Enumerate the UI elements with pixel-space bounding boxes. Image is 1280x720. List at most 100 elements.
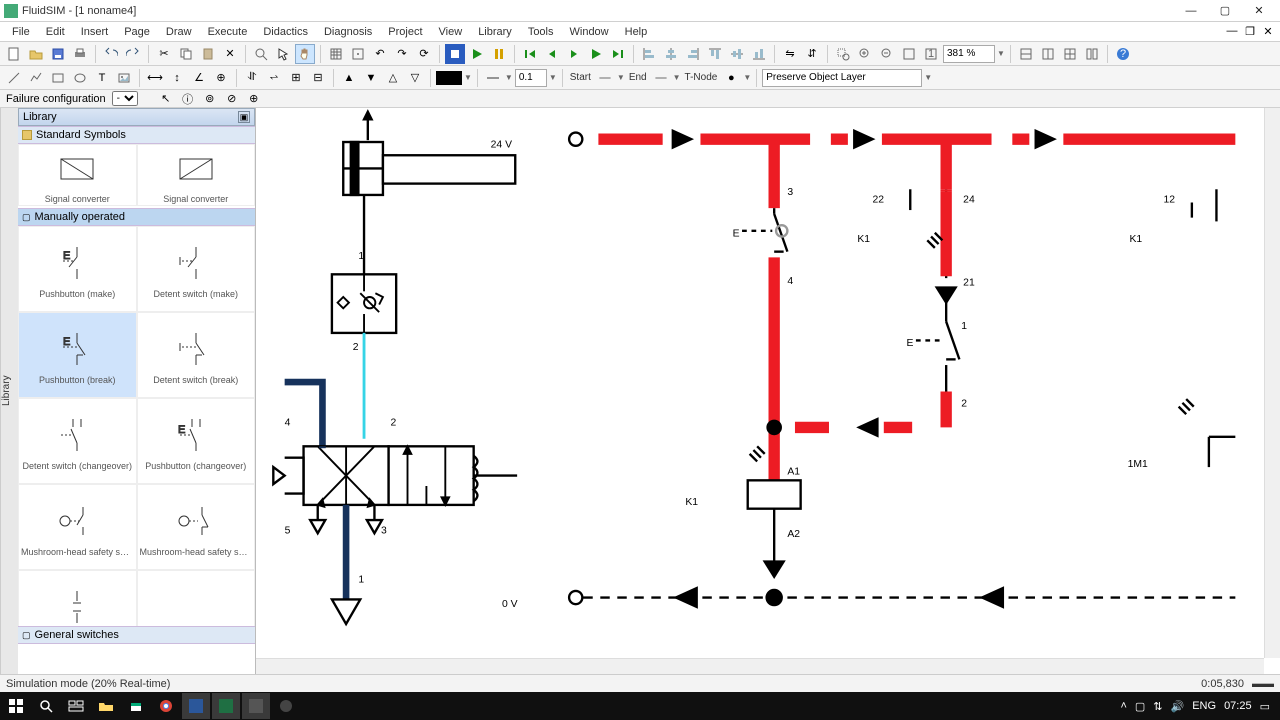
menu-diagnosis[interactable]: Diagnosis: [316, 24, 380, 40]
align-left-button[interactable]: [639, 44, 659, 64]
rotate-left-button[interactable]: ↶: [370, 44, 390, 64]
grid-toggle[interactable]: [326, 44, 346, 64]
library-item-signal-converter-b[interactable]: Signal converter: [137, 144, 256, 206]
bring-front-button[interactable]: ▲: [339, 68, 359, 88]
dim-node-tool[interactable]: ⊕: [211, 68, 231, 88]
window-maximize-button[interactable]: ▢: [1208, 1, 1242, 21]
library-section-general[interactable]: ▢ General switches: [18, 626, 255, 644]
library-side-tab[interactable]: Library: [0, 108, 18, 674]
group-tool[interactable]: ⊞: [286, 68, 306, 88]
align-hcenter-button[interactable]: [661, 44, 681, 64]
text-tool[interactable]: T: [92, 68, 112, 88]
save-button[interactable]: [48, 44, 68, 64]
line-width-input[interactable]: [515, 69, 547, 87]
copy-button[interactable]: [176, 44, 196, 64]
mdi-close-button[interactable]: ✕: [1260, 25, 1276, 38]
tray-wifi-icon[interactable]: ⇅: [1153, 700, 1162, 713]
library-item-3pos-selector[interactable]: 3 position selector switch: [18, 570, 137, 626]
pointer-tool[interactable]: [273, 44, 293, 64]
redo-button[interactable]: [123, 44, 143, 64]
simulation-pause-button[interactable]: [489, 44, 509, 64]
rect-tool[interactable]: [48, 68, 68, 88]
plot-mode-button[interactable]: ⊘: [224, 92, 240, 106]
layout-d-button[interactable]: [1082, 44, 1102, 64]
align-vcenter-button[interactable]: [727, 44, 747, 64]
start-button[interactable]: [2, 693, 30, 719]
tray-language[interactable]: ENG: [1192, 700, 1216, 712]
menu-project[interactable]: Project: [380, 24, 430, 40]
app-task-b[interactable]: [212, 693, 240, 719]
zoom-area-button[interactable]: [833, 44, 853, 64]
library-close-button[interactable]: ▣: [238, 111, 250, 123]
undo-button[interactable]: [101, 44, 121, 64]
forward-button[interactable]: △: [383, 68, 403, 88]
library-item-detent-break[interactable]: Detent switch (break): [137, 312, 256, 398]
vertical-scrollbar[interactable]: [1264, 108, 1280, 658]
print-button[interactable]: [70, 44, 90, 64]
cursor-mode-button[interactable]: ↖: [158, 92, 174, 106]
simulation-stop-button[interactable]: [445, 44, 465, 64]
zoom-100-button[interactable]: 1: [921, 44, 941, 64]
zoom-in-button[interactable]: [855, 44, 875, 64]
taskview-button[interactable]: [62, 693, 90, 719]
polyline-tool[interactable]: [26, 68, 46, 88]
layout-b-button[interactable]: [1038, 44, 1058, 64]
dim-v-tool[interactable]: ↕: [167, 68, 187, 88]
mdi-restore-button[interactable]: ❐: [1242, 25, 1258, 38]
line-start-style[interactable]: [595, 68, 615, 88]
app-task-a[interactable]: [182, 693, 210, 719]
align-right-button[interactable]: [683, 44, 703, 64]
menu-help[interactable]: Help: [617, 24, 656, 40]
step-back-button[interactable]: [542, 44, 562, 64]
menu-insert[interactable]: Insert: [73, 24, 117, 40]
chrome-task[interactable]: [152, 693, 180, 719]
ungroup-tool[interactable]: ⊟: [308, 68, 328, 88]
step-play-button[interactable]: [586, 44, 606, 64]
new-file-button[interactable]: [4, 44, 24, 64]
align-bottom-button[interactable]: [749, 44, 769, 64]
step-forward-button[interactable]: [564, 44, 584, 64]
dim-h-tool[interactable]: ⟷: [145, 68, 165, 88]
horizontal-scrollbar[interactable]: [256, 658, 1264, 674]
fluidsim-task[interactable]: [242, 693, 270, 719]
menu-tools[interactable]: Tools: [520, 24, 562, 40]
probe-mode-button[interactable]: ⊕: [246, 92, 262, 106]
library-item-detent-changeover[interactable]: Detent switch (changeover): [18, 398, 137, 484]
rotate-right-button[interactable]: ↷: [392, 44, 412, 64]
ellipse-tool[interactable]: [70, 68, 90, 88]
pan-tool[interactable]: [295, 44, 315, 64]
info-mode-button[interactable]: ⓘ: [180, 92, 196, 106]
tray-clock[interactable]: 07:25: [1224, 700, 1252, 712]
window-close-button[interactable]: ✕: [1242, 1, 1276, 21]
library-item-pushbutton-break[interactable]: E Pushbutton (break): [18, 312, 137, 398]
explorer-task[interactable]: [92, 693, 120, 719]
line-end-style[interactable]: [651, 68, 671, 88]
menu-edit[interactable]: Edit: [38, 24, 73, 40]
library-item-signal-converter-a[interactable]: Signal converter: [18, 144, 137, 206]
find-button[interactable]: [251, 44, 271, 64]
menu-execute[interactable]: Execute: [200, 24, 256, 40]
paste-button[interactable]: [198, 44, 218, 64]
library-section-standard[interactable]: Standard Symbols: [18, 126, 255, 144]
library-item-mushroom-b[interactable]: Mushroom-head safety swi...: [137, 484, 256, 570]
menu-file[interactable]: File: [4, 24, 38, 40]
tnode-style[interactable]: ●: [721, 68, 741, 88]
refresh-button[interactable]: ⟳: [414, 44, 434, 64]
simulation-play-button[interactable]: [467, 44, 487, 64]
library-section-manual[interactable]: ▢ Manually operated: [18, 208, 255, 226]
tray-volume-icon[interactable]: 🔊: [1171, 700, 1185, 713]
menu-page[interactable]: Page: [116, 24, 158, 40]
flip-h-button[interactable]: ⇋: [780, 44, 800, 64]
mirror-h-tool[interactable]: ⥯: [242, 68, 262, 88]
menu-view[interactable]: View: [431, 24, 471, 40]
menu-window[interactable]: Window: [562, 24, 617, 40]
library-item-mushroom-a[interactable]: Mushroom-head safety sw...: [18, 484, 137, 570]
menu-didactics[interactable]: Didactics: [255, 24, 316, 40]
failure-config-select[interactable]: -: [112, 91, 138, 106]
library-item-empty[interactable]: [137, 570, 256, 626]
layer-select[interactable]: [762, 69, 922, 87]
tray-chevron-up-icon[interactable]: ˄: [1120, 700, 1126, 712]
store-task[interactable]: [122, 693, 150, 719]
tray-battery-icon[interactable]: ▢: [1135, 700, 1145, 713]
mirror-v-tool[interactable]: ⥋: [264, 68, 284, 88]
